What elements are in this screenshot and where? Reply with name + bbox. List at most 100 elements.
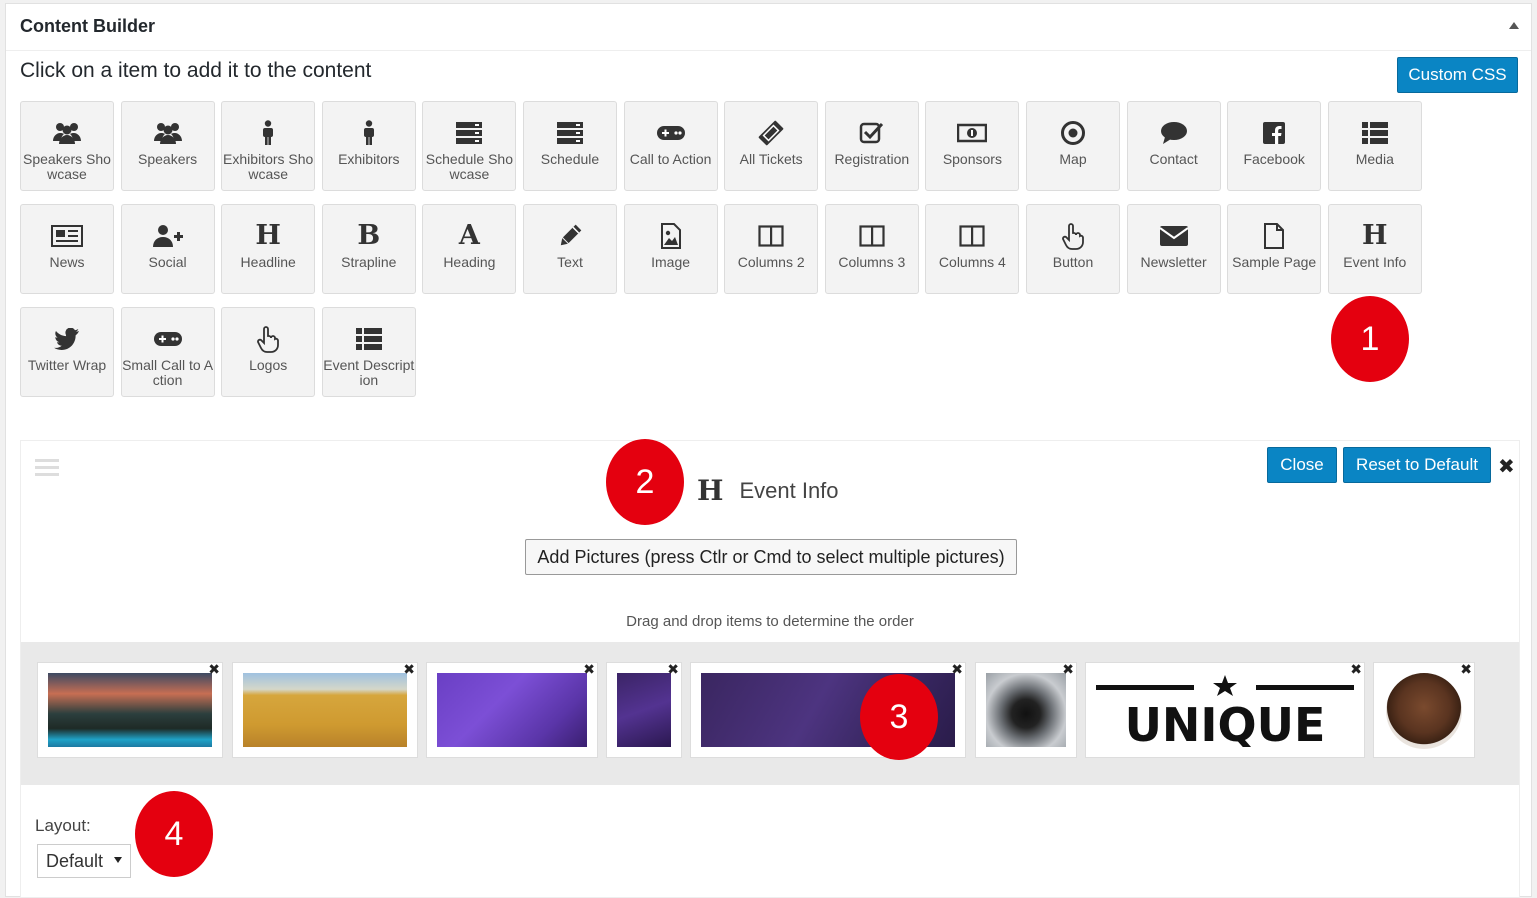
module-tile-label: Text xyxy=(557,254,583,270)
module-tile[interactable]: Schedule xyxy=(523,101,617,191)
picture-thumb[interactable]: ✖ xyxy=(426,661,598,758)
module-tile[interactable]: Social xyxy=(120,204,215,294)
drag-handle-icon[interactable] xyxy=(35,459,59,480)
gamepad-icon xyxy=(148,325,188,353)
module-tile[interactable]: H Headline xyxy=(221,204,316,294)
ticket-icon xyxy=(751,119,791,147)
remove-picture-icon[interactable]: ✖ xyxy=(1460,661,1472,678)
check-square-icon xyxy=(852,119,892,147)
module-tile[interactable]: B Strapline xyxy=(321,204,416,294)
module-tile[interactable]: Contact xyxy=(1126,101,1221,191)
header-icon: H xyxy=(248,222,288,250)
module-tile-label: Twitter Wrap xyxy=(27,357,107,373)
module-tile[interactable]: News xyxy=(20,204,114,294)
users-icon xyxy=(148,119,188,147)
module-tile[interactable]: Button xyxy=(1026,204,1120,294)
unique-logo-image: UNIQUE xyxy=(1096,673,1354,747)
remove-picture-icon[interactable]: ✖ xyxy=(951,661,963,678)
module-tile[interactable]: Facebook xyxy=(1227,101,1322,191)
module-tile[interactable]: Call to Action xyxy=(623,101,718,191)
module-tile[interactable]: Sample Page xyxy=(1227,204,1322,294)
purple-texture-image xyxy=(617,673,671,747)
header-icon: H xyxy=(1355,222,1395,250)
close-button[interactable]: Close xyxy=(1267,447,1337,483)
tile-glyph: B xyxy=(357,220,381,251)
person-icon xyxy=(248,119,288,147)
module-tile-label: Speakers Showcase xyxy=(23,151,111,182)
module-tile-label: Registration xyxy=(834,151,910,167)
callout-badge-3: 3 xyxy=(860,674,938,760)
module-tile-label: Speakers xyxy=(138,151,198,167)
module-tile[interactable]: Event Description xyxy=(321,307,416,397)
module-tile-label: Columns 4 xyxy=(938,254,1006,270)
module-tile[interactable]: Schedule Showcase xyxy=(422,101,517,191)
panel-title: Content Builder xyxy=(20,16,155,36)
columns-icon xyxy=(751,222,791,250)
remove-module-icon[interactable]: ✖ xyxy=(1498,454,1515,479)
columns-icon xyxy=(952,222,992,250)
collapse-arrow-icon[interactable] xyxy=(1509,22,1519,29)
layout-select-value: Default xyxy=(46,850,104,871)
purple-stage-image xyxy=(437,673,587,747)
panel-header[interactable]: Content Builder xyxy=(6,4,1531,51)
module-tile-label: Newsletter xyxy=(1140,254,1207,270)
module-tile[interactable]: Exhibitors Showcase xyxy=(221,101,316,191)
remove-picture-icon[interactable]: ✖ xyxy=(1350,661,1362,678)
add-pictures-button[interactable]: Add Pictures (press Ctlr or Cmd to selec… xyxy=(525,539,1017,575)
module-tile[interactable]: Small Call to Action xyxy=(120,307,215,397)
module-tile-label: Call to Action xyxy=(629,151,712,167)
remove-picture-icon[interactable]: ✖ xyxy=(667,661,679,678)
reset-to-default-button[interactable]: Reset to Default xyxy=(1343,447,1491,483)
picture-thumb[interactable]: ✖ xyxy=(1373,661,1475,758)
module-tile-label: Event Description xyxy=(323,357,415,388)
tile-glyph: A xyxy=(458,220,480,251)
layout-select[interactable]: Default xyxy=(37,844,131,878)
event-info-editor: H Event Info Close Reset to Default ✖ Ad… xyxy=(20,440,1520,898)
module-tile[interactable]: Text xyxy=(523,204,617,294)
module-tile-label: Schedule Showcase xyxy=(425,151,513,182)
module-tile[interactable]: Media xyxy=(1327,101,1422,191)
module-tile-label: Exhibitors xyxy=(338,151,400,167)
image-icon xyxy=(651,222,691,250)
picture-thumb[interactable]: UNIQUE ✖ xyxy=(1085,661,1365,758)
remove-picture-icon[interactable]: ✖ xyxy=(208,661,220,678)
custom-css-button[interactable]: Custom CSS xyxy=(1397,57,1518,93)
remove-picture-icon[interactable]: ✖ xyxy=(583,661,595,678)
module-tile[interactable]: Map xyxy=(1026,101,1120,191)
module-tile[interactable]: Registration xyxy=(824,101,919,191)
module-tile[interactable]: Sponsors xyxy=(925,101,1020,191)
picture-thumb[interactable]: ✖ xyxy=(37,661,223,758)
module-tile[interactable]: A Heading xyxy=(422,204,517,294)
picture-thumb[interactable]: ✖ xyxy=(232,661,418,758)
module-tile[interactable]: Newsletter xyxy=(1126,204,1221,294)
gamepad-icon xyxy=(651,119,691,147)
module-tile[interactable]: All Tickets xyxy=(724,101,819,191)
remove-picture-icon[interactable]: ✖ xyxy=(403,661,415,678)
picture-thumb[interactable]: ✖ xyxy=(606,661,682,758)
module-tile-label: Columns 3 xyxy=(838,254,906,270)
module-tile[interactable]: Columns 3 xyxy=(824,204,919,294)
user-plus-icon xyxy=(148,222,188,250)
list-icon xyxy=(349,325,389,353)
module-tile-label: Headline xyxy=(240,254,296,270)
picture-thumb[interactable]: ✖ xyxy=(975,661,1077,758)
module-tile-label: Columns 2 xyxy=(737,254,805,270)
module-tile[interactable]: Speakers xyxy=(120,101,215,191)
module-tile[interactable]: Speakers Showcase xyxy=(20,101,114,191)
module-tile-label: Sponsors xyxy=(942,151,1002,167)
picture-gallery: ✖ ✖ ✖ ✖ ✖ ✖ UNIQUE ✖ ✖ xyxy=(21,642,1519,785)
module-tile[interactable]: Exhibitors xyxy=(321,101,416,191)
money-icon xyxy=(952,119,992,147)
module-tile[interactable]: Columns 4 xyxy=(925,204,1020,294)
twitter-icon xyxy=(47,325,87,353)
newspaper-icon xyxy=(47,222,87,250)
module-tile-label: Image xyxy=(651,254,691,270)
file-icon xyxy=(1254,222,1294,250)
remove-picture-icon[interactable]: ✖ xyxy=(1062,661,1074,678)
module-tile[interactable]: Twitter Wrap xyxy=(20,307,114,397)
envelope-icon xyxy=(1154,222,1194,250)
module-tile[interactable]: H Event Info xyxy=(1327,204,1422,294)
module-tile[interactable]: Columns 2 xyxy=(724,204,819,294)
module-tile[interactable]: Image xyxy=(623,204,718,294)
module-tile[interactable]: Logos xyxy=(221,307,316,397)
